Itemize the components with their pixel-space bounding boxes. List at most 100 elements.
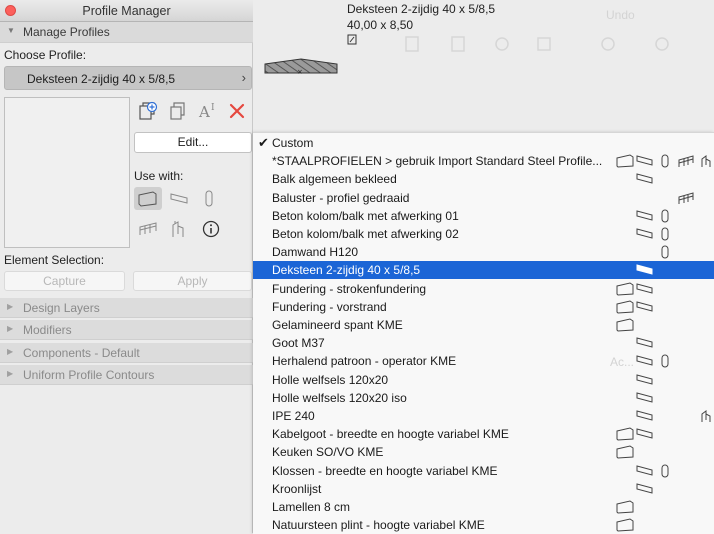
menu-item-label: Goot M37: [272, 336, 325, 351]
beam-icon: [636, 355, 653, 367]
beam-icon: [636, 210, 653, 221]
wall-icon: [616, 500, 634, 514]
wall-icon: [616, 154, 634, 168]
menu-item-label: Kabelgoot - breedte en hoogte variabel K…: [272, 427, 509, 442]
beam-icon: [636, 173, 653, 185]
svg-text:A: A: [198, 103, 210, 121]
beam-icon: [636, 228, 653, 239]
edit-button[interactable]: Edit...: [134, 132, 252, 153]
menu-item[interactable]: Natuursteen plint - hoogte variabel KME: [253, 516, 714, 534]
choose-profile-label: Choose Profile:: [4, 48, 87, 62]
profile-selector[interactable]: Deksteen 2-zijdig 40 x 5/8,5 ›: [4, 66, 252, 90]
menu-item-label: Fundering - vorstrand: [272, 299, 387, 314]
menu-item[interactable]: ✔ Custom: [253, 134, 714, 152]
menu-item-label: Holle welfsels 120x20 iso: [272, 390, 407, 405]
checkmark-icon: ✔: [258, 135, 269, 150]
element-selection-label: Element Selection:: [4, 253, 105, 267]
menu-item-label: Balk algemeen bekleed: [272, 172, 397, 187]
menu-item[interactable]: Deksteen 2-zijdig 40 x 5/8,5: [253, 261, 714, 280]
door-icon[interactable]: [170, 220, 186, 238]
section-uniform-profile-contours[interactable]: ▶ Uniform Profile Contours: [0, 365, 253, 385]
menu-item-label: Natuursteen plint - hoogte variabel KME: [272, 518, 485, 533]
section-design-layers[interactable]: ▶ Design Layers: [0, 298, 253, 318]
duplicate-profile-icon[interactable]: [168, 101, 188, 121]
menu-item[interactable]: Lamellen 8 cm: [253, 498, 714, 516]
menu-item[interactable]: IPE 240: [253, 407, 714, 425]
column-icon: [661, 464, 669, 478]
menu-item-label: Kroonlijst: [272, 481, 322, 496]
menu-item[interactable]: Herhalend patroon - operator KME: [253, 352, 714, 370]
menu-item-label: Keuken SO/VO KME: [272, 445, 384, 460]
rename-profile-icon[interactable]: A I: [198, 101, 220, 121]
disclosure-closed-icon: ▶: [7, 302, 14, 311]
menu-item[interactable]: Keuken SO/VO KME: [253, 443, 714, 461]
profile-size-readout: 40,00 x 8,50: [347, 18, 414, 32]
capture-button[interactable]: Capture: [4, 271, 125, 291]
menu-item[interactable]: Klossen - breedte en hoogte variabel KME: [253, 462, 714, 480]
menu-item[interactable]: *STAALPROFIELEN > gebruik Import Standar…: [253, 152, 714, 170]
menu-item[interactable]: Fundering - vorstrand: [253, 298, 714, 316]
wall-icon: [138, 191, 157, 207]
menu-item[interactable]: Gelamineerd spant KME: [253, 316, 714, 334]
section-label: Manage Profiles: [23, 25, 110, 39]
chevron-right-icon: ›: [241, 70, 246, 85]
door-icon: [701, 410, 711, 422]
menu-item-label: Deksteen 2-zijdig 40 x 5/8,5: [272, 263, 421, 278]
disclosure-closed-icon: ▶: [7, 324, 14, 333]
new-profile-icon[interactable]: [138, 101, 158, 121]
menu-item-label: *STAALPROFIELEN > gebruik Import Standar…: [272, 154, 603, 169]
beam-icon: [636, 337, 653, 348]
beam-icon[interactable]: [170, 192, 188, 206]
door-icon: [701, 155, 711, 168]
menu-item[interactable]: Fundering - strokenfundering: [253, 280, 714, 298]
delete-profile-icon[interactable]: [229, 103, 245, 119]
menu-item-label: Holle welfsels 120x20: [272, 372, 389, 387]
menu-item[interactable]: Kabelgoot - breedte en hoogte variabel K…: [253, 425, 714, 443]
profile-small-icon: [347, 34, 357, 45]
drawing-canvas[interactable]: ×: [254, 0, 714, 132]
wall-icon: [616, 300, 634, 314]
rail-icon: [678, 191, 694, 204]
ghost-label-text: Ac...: [610, 355, 635, 369]
disclosure-closed-icon: ▶: [7, 369, 14, 378]
column-icon: [661, 354, 669, 368]
section-label: Components - Default: [23, 346, 140, 360]
section-label: Design Layers: [23, 301, 100, 315]
menu-item[interactable]: Holle welfsels 120x20 iso: [253, 389, 714, 407]
section-manage-profiles[interactable]: ▼ Manage Profiles: [0, 22, 253, 43]
menu-item[interactable]: Holle welfsels 120x20: [253, 371, 714, 389]
section-modifiers[interactable]: ▶ Modifiers: [0, 320, 253, 340]
ghost-undo-text: Undo: [606, 8, 635, 22]
column-icon: [661, 154, 669, 168]
beam-icon: [636, 282, 653, 294]
svg-text:I: I: [211, 103, 215, 113]
profile-selector-value: Deksteen 2-zijdig 40 x 5/8,5: [27, 72, 176, 86]
profile-manager-palette: Profile Manager ▼ Manage Profiles Choose…: [0, 0, 253, 533]
railing-icon[interactable]: [138, 221, 158, 237]
beam-icon: [636, 410, 653, 421]
menu-item[interactable]: Goot M37: [253, 334, 714, 352]
column-icon: [661, 209, 669, 223]
beam-icon: [636, 373, 653, 385]
profile-preview: [4, 97, 130, 248]
menu-item[interactable]: Beton kolom/balk met afwerking 01: [253, 207, 714, 225]
section-label: Modifiers: [23, 323, 72, 337]
wall-icon: [616, 518, 634, 532]
menu-item-label: Herhalend patroon - operator KME: [272, 354, 457, 369]
menu-item-label: Custom: [272, 136, 314, 150]
wall-icon: [616, 318, 634, 332]
wall-icon: [616, 282, 634, 296]
column-icon[interactable]: [204, 190, 214, 208]
menu-item[interactable]: Damwand H120: [253, 243, 714, 261]
menu-item[interactable]: Beton kolom/balk met afwerking 02: [253, 225, 714, 243]
rail-icon: [678, 155, 694, 168]
menu-item[interactable]: Baluster - profiel gedraaid: [253, 189, 714, 207]
menu-item[interactable]: Kroonlijst: [253, 480, 714, 498]
info-icon[interactable]: [202, 220, 220, 238]
section-components[interactable]: ▶ Components - Default: [0, 343, 253, 363]
beam-icon: [636, 155, 653, 166]
apply-button[interactable]: Apply: [133, 271, 252, 291]
menu-item[interactable]: Balk algemeen bekleed: [253, 170, 714, 188]
svg-text:×: ×: [297, 68, 303, 76]
menu-item-label: Fundering - strokenfundering: [272, 281, 427, 296]
